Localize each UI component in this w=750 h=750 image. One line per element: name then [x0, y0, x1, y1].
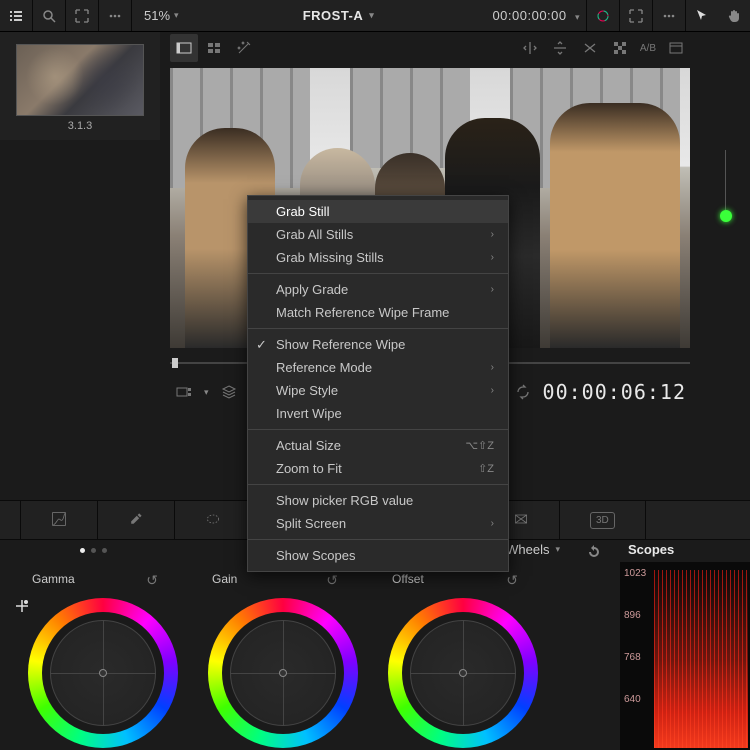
scopes-panel: 1023 896 768 640 — [620, 562, 750, 750]
scope-tick: 640 — [624, 694, 641, 705]
zoom-level[interactable]: 51%▾ — [132, 8, 191, 23]
node-indicator[interactable] — [720, 210, 732, 222]
menu-item[interactable]: Grab Still — [248, 200, 508, 223]
overlay-icon[interactable] — [662, 34, 690, 62]
stills-gallery: 3.1.3 — [0, 32, 160, 140]
more2-icon[interactable] — [653, 0, 685, 32]
menu-item[interactable]: Apply Grade› — [248, 278, 508, 301]
eyedropper-icon[interactable] — [128, 511, 144, 530]
wipe-h-icon[interactable] — [516, 34, 544, 62]
timecode-display[interactable]: 00:00:06:12 — [543, 380, 690, 404]
timecode-top[interactable]: 00:00:00:00 ▾ — [486, 8, 586, 24]
menu-item[interactable]: Zoom to Fit⇧Z — [248, 457, 508, 480]
wipe-v-icon[interactable] — [546, 34, 574, 62]
clip-title[interactable]: FROST-A▾ — [191, 8, 487, 23]
wheel-label: Gamma — [8, 568, 188, 586]
magic-icon[interactable] — [230, 34, 258, 62]
expand-icon[interactable] — [66, 0, 98, 32]
menu-item[interactable]: Split Screen› — [248, 512, 508, 535]
scopes-color-icon[interactable] — [587, 0, 619, 32]
stereo-3d-button[interactable]: 3D — [590, 512, 615, 529]
gallery-mode-icon[interactable] — [170, 378, 198, 406]
wipe-diag-icon[interactable] — [576, 34, 604, 62]
menu-item[interactable]: Reference Mode› — [248, 356, 508, 379]
wheel-reset-icon[interactable]: ↺ — [146, 572, 158, 589]
viewer-context-menu: Grab StillGrab All Stills›Grab Missing S… — [247, 195, 509, 572]
menu-item[interactable]: Match Reference Wipe Frame — [248, 301, 508, 324]
waveform-display — [654, 570, 748, 748]
wheel-reset-icon[interactable]: ↺ — [326, 572, 338, 589]
menu-item[interactable]: Show Scopes — [248, 544, 508, 567]
scopes-title: Scopes — [620, 542, 750, 557]
scope-tick: 768 — [624, 652, 641, 663]
top-toolbar: 51%▾ FROST-A▾ 00:00:00:00 ▾ — [0, 0, 750, 32]
loop-icon[interactable] — [509, 378, 537, 406]
window-shape-icon[interactable] — [205, 511, 221, 530]
menu-item[interactable]: ✓Show Reference Wipe — [248, 333, 508, 356]
page-dots[interactable] — [80, 548, 107, 553]
pointer-tool-icon[interactable] — [686, 0, 718, 32]
expand2-icon[interactable] — [620, 0, 652, 32]
color-wheels-row: Gamma ↺ Gain ↺ Offset ↺ — [0, 568, 620, 750]
imageview-icon[interactable] — [170, 34, 198, 62]
chevron-down-icon[interactable]: ▾ — [204, 387, 209, 398]
color-wheel-gamma[interactable]: Gamma ↺ — [8, 568, 188, 750]
menu-item[interactable]: Grab All Stills› — [248, 223, 508, 246]
color-wheel-gain[interactable]: Gain ↺ — [188, 568, 368, 750]
menu-item[interactable]: Show picker RGB value — [248, 489, 508, 512]
sizing-icon[interactable] — [513, 511, 529, 530]
wheel-reset-icon[interactable]: ↺ — [506, 572, 518, 589]
gridview-icon[interactable] — [200, 34, 228, 62]
still-thumbnail[interactable] — [16, 44, 144, 116]
list-view-icon[interactable] — [0, 0, 32, 32]
search-icon[interactable] — [33, 0, 65, 32]
curves-icon[interactable] — [51, 511, 67, 530]
scope-tick: 896 — [624, 610, 641, 621]
scope-tick: 1023 — [624, 568, 646, 579]
menu-item[interactable]: Invert Wipe — [248, 402, 508, 425]
primaries-reset-icon[interactable] — [586, 544, 602, 563]
more-icon[interactable] — [99, 0, 131, 32]
viewer-toolbar: A/B — [160, 32, 700, 64]
color-wheel-offset[interactable]: Offset ↺ — [368, 568, 548, 750]
ab-compare[interactable]: A/B — [636, 34, 660, 62]
menu-item[interactable]: Grab Missing Stills› — [248, 246, 508, 269]
node-connection — [725, 150, 726, 210]
hand-tool-icon[interactable] — [718, 0, 750, 32]
menu-item[interactable]: Actual Size⌥⇧Z — [248, 434, 508, 457]
still-label: 3.1.3 — [8, 120, 152, 132]
layers-icon[interactable] — [215, 378, 243, 406]
checker-icon[interactable] — [606, 34, 634, 62]
menu-item[interactable]: Wipe Style› — [248, 379, 508, 402]
